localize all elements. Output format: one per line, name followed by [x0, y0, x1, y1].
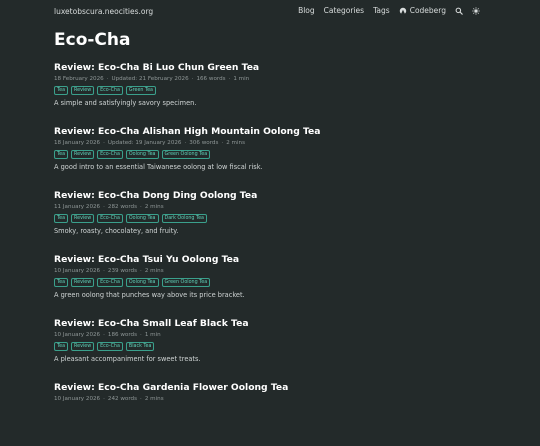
tag-link[interactable]: Black Tea [125, 342, 155, 351]
post-date: 18 February 2026 [54, 76, 104, 82]
post-item: Review: Eco-Cha Alishan High Mountain Oo… [54, 126, 494, 190]
post-updated: Updated: 19 January 2026 [107, 140, 182, 146]
post-meta: 10 January 2026 · 242 words · 2 mins [54, 395, 494, 403]
post-title-link[interactable]: Review: Eco-Cha Small Leaf Black Tea [54, 318, 494, 329]
tag-link[interactable]: Tea [54, 342, 69, 351]
post-list: Review: Eco-Cha Bi Luo Chun Green Tea 18 … [54, 62, 494, 446]
post-meta: 18 January 2026 · Updated: 19 January 2026… [54, 139, 494, 147]
tag-link[interactable]: Review [71, 214, 95, 223]
post-read-time: 1 min [233, 76, 250, 82]
post-title-link[interactable]: Review: Eco-Cha Alishan High Mountain Oo… [54, 126, 494, 137]
post-date: 11 January 2026 [54, 204, 101, 210]
tag-link[interactable]: Eco-Cha [97, 150, 123, 159]
nav-tags-link[interactable]: Tags [373, 6, 390, 15]
post-tags: Tea Review Eco-Cha Oolong Tea Dark Oolong Te… [54, 214, 494, 223]
post-date: 18 January 2026 [54, 140, 101, 146]
post-item: Review: Eco-Cha Dong Ding Oolong Tea 11 J… [54, 190, 494, 254]
post-read-time: 2 mins [144, 396, 164, 402]
post-date: 10 January 2026 [54, 396, 101, 402]
tag-link[interactable]: Eco-Cha [97, 278, 123, 287]
meta-separator: · [221, 140, 224, 146]
meta-separator: · [140, 396, 142, 402]
post-read-time: 2 mins [226, 140, 245, 146]
post-summary: Smoky, roasty, chocolatey, and fruity. [54, 227, 179, 235]
post-word-count: 186 words [107, 332, 138, 338]
post-title-link[interactable]: Review: Eco-Cha Dong Ding Oolong Tea [54, 190, 494, 201]
post-item: Review: Eco-Cha Small Leaf Black Tea 10 J… [54, 318, 494, 382]
post-summary: A pleasant accompaniment for sweet treat… [54, 355, 201, 363]
post-item: Review: Eco-Cha Gardenia Flower Oolong T… [54, 382, 494, 446]
post-read-time: 2 mins [144, 268, 164, 274]
tag-link[interactable]: Oolong Tea [125, 150, 159, 159]
post-tags: Tea Review Eco-Cha Green Tea [54, 86, 494, 95]
meta-separator: · [228, 76, 231, 82]
post-meta: 11 January 2026 · 282 words · 2 mins [54, 203, 494, 211]
tag-link[interactable]: Dark Oolong Tea [161, 214, 208, 223]
codeberg-icon [399, 7, 407, 15]
meta-separator: · [103, 140, 105, 146]
post-read-time: 1 min [144, 332, 161, 338]
post-summary: A good intro to an essential Taiwanese o… [54, 163, 263, 171]
tag-link[interactable]: Tea [54, 214, 69, 223]
post-word-count: 242 words [107, 396, 138, 402]
meta-separator: · [140, 332, 142, 338]
tag-link[interactable]: Tea [54, 86, 69, 95]
tag-link[interactable]: Green Tea [125, 86, 156, 95]
tag-link[interactable]: Green Oolong Tea [161, 278, 211, 287]
post-meta: 10 January 2026 · 186 words · 1 min [54, 331, 494, 339]
search-icon[interactable] [455, 7, 463, 15]
meta-separator: · [184, 140, 187, 146]
post-date: 10 January 2026 [54, 332, 101, 338]
tag-link[interactable]: Eco-Cha [97, 214, 123, 223]
post-meta: 10 January 2026 · 239 words · 2 mins [54, 267, 494, 275]
nav-links: Blog Categories Tags Codeberg [298, 6, 480, 15]
meta-separator: · [140, 268, 142, 274]
tag-link[interactable]: Review [71, 278, 95, 287]
post-item: Review: Eco-Cha Tsui Yu Oolong Tea 10 Jan… [54, 254, 494, 318]
tag-link[interactable]: Review [71, 150, 95, 159]
tag-link[interactable]: Tea [54, 278, 69, 287]
post-title-link[interactable]: Review: Eco-Cha Gardenia Flower Oolong T… [54, 382, 494, 393]
tag-link[interactable]: Eco-Cha [97, 86, 123, 95]
meta-separator: · [103, 204, 105, 210]
nav-blog-link[interactable]: Blog [298, 6, 315, 15]
meta-separator: · [103, 332, 105, 338]
post-tags: Tea Review Eco-Cha Oolong Tea Green Oolong T… [54, 150, 494, 159]
tag-link[interactable]: Review [71, 342, 95, 351]
meta-separator: · [106, 76, 109, 82]
post-summary: A green oolong that punches way above it… [54, 291, 245, 299]
nav-codeberg-link[interactable]: Codeberg [399, 6, 446, 15]
post-title-link[interactable]: Review: Eco-Cha Bi Luo Chun Green Tea [54, 62, 494, 73]
nav-categories-link[interactable]: Categories [324, 6, 364, 15]
post-summary: A simple and satisfyingly savory specime… [54, 99, 197, 107]
post-updated: Updated: 21 February 2026 [111, 76, 189, 82]
theme-toggle-icon[interactable] [472, 6, 480, 15]
post-word-count: 239 words [107, 268, 138, 274]
site-title-link[interactable]: luxetobscura.neocities.org [54, 7, 153, 16]
page-title: Eco-Cha [54, 30, 131, 50]
post-read-time: 2 mins [144, 204, 164, 210]
post-tags: Tea Review Eco-Cha Oolong Tea Green Oolong T… [54, 278, 494, 287]
meta-separator: · [140, 204, 142, 210]
post-meta: 18 February 2026 · Updated: 21 February 20… [54, 75, 494, 83]
post-tags: Tea Review Eco-Cha Black Tea [54, 342, 494, 351]
top-nav: luxetobscura.neocities.org Blog Categori… [0, 0, 540, 22]
tag-link[interactable]: Oolong Tea [125, 278, 159, 287]
tag-link[interactable]: Tea [54, 150, 69, 159]
post-date: 10 January 2026 [54, 268, 101, 274]
meta-separator: · [191, 76, 194, 82]
tag-link[interactable]: Review [71, 86, 95, 95]
tag-link[interactable]: Green Oolong Tea [161, 150, 211, 159]
nav-codeberg-label: Codeberg [409, 6, 446, 15]
post-word-count: 166 words [196, 76, 226, 82]
post-title-link[interactable]: Review: Eco-Cha Tsui Yu Oolong Tea [54, 254, 494, 265]
post-word-count: 306 words [189, 140, 219, 146]
post-word-count: 282 words [107, 204, 138, 210]
meta-separator: · [103, 396, 105, 402]
tag-link[interactable]: Oolong Tea [125, 214, 159, 223]
post-item: Review: Eco-Cha Bi Luo Chun Green Tea 18 … [54, 62, 494, 126]
meta-separator: · [103, 268, 105, 274]
tag-link[interactable]: Eco-Cha [97, 342, 123, 351]
